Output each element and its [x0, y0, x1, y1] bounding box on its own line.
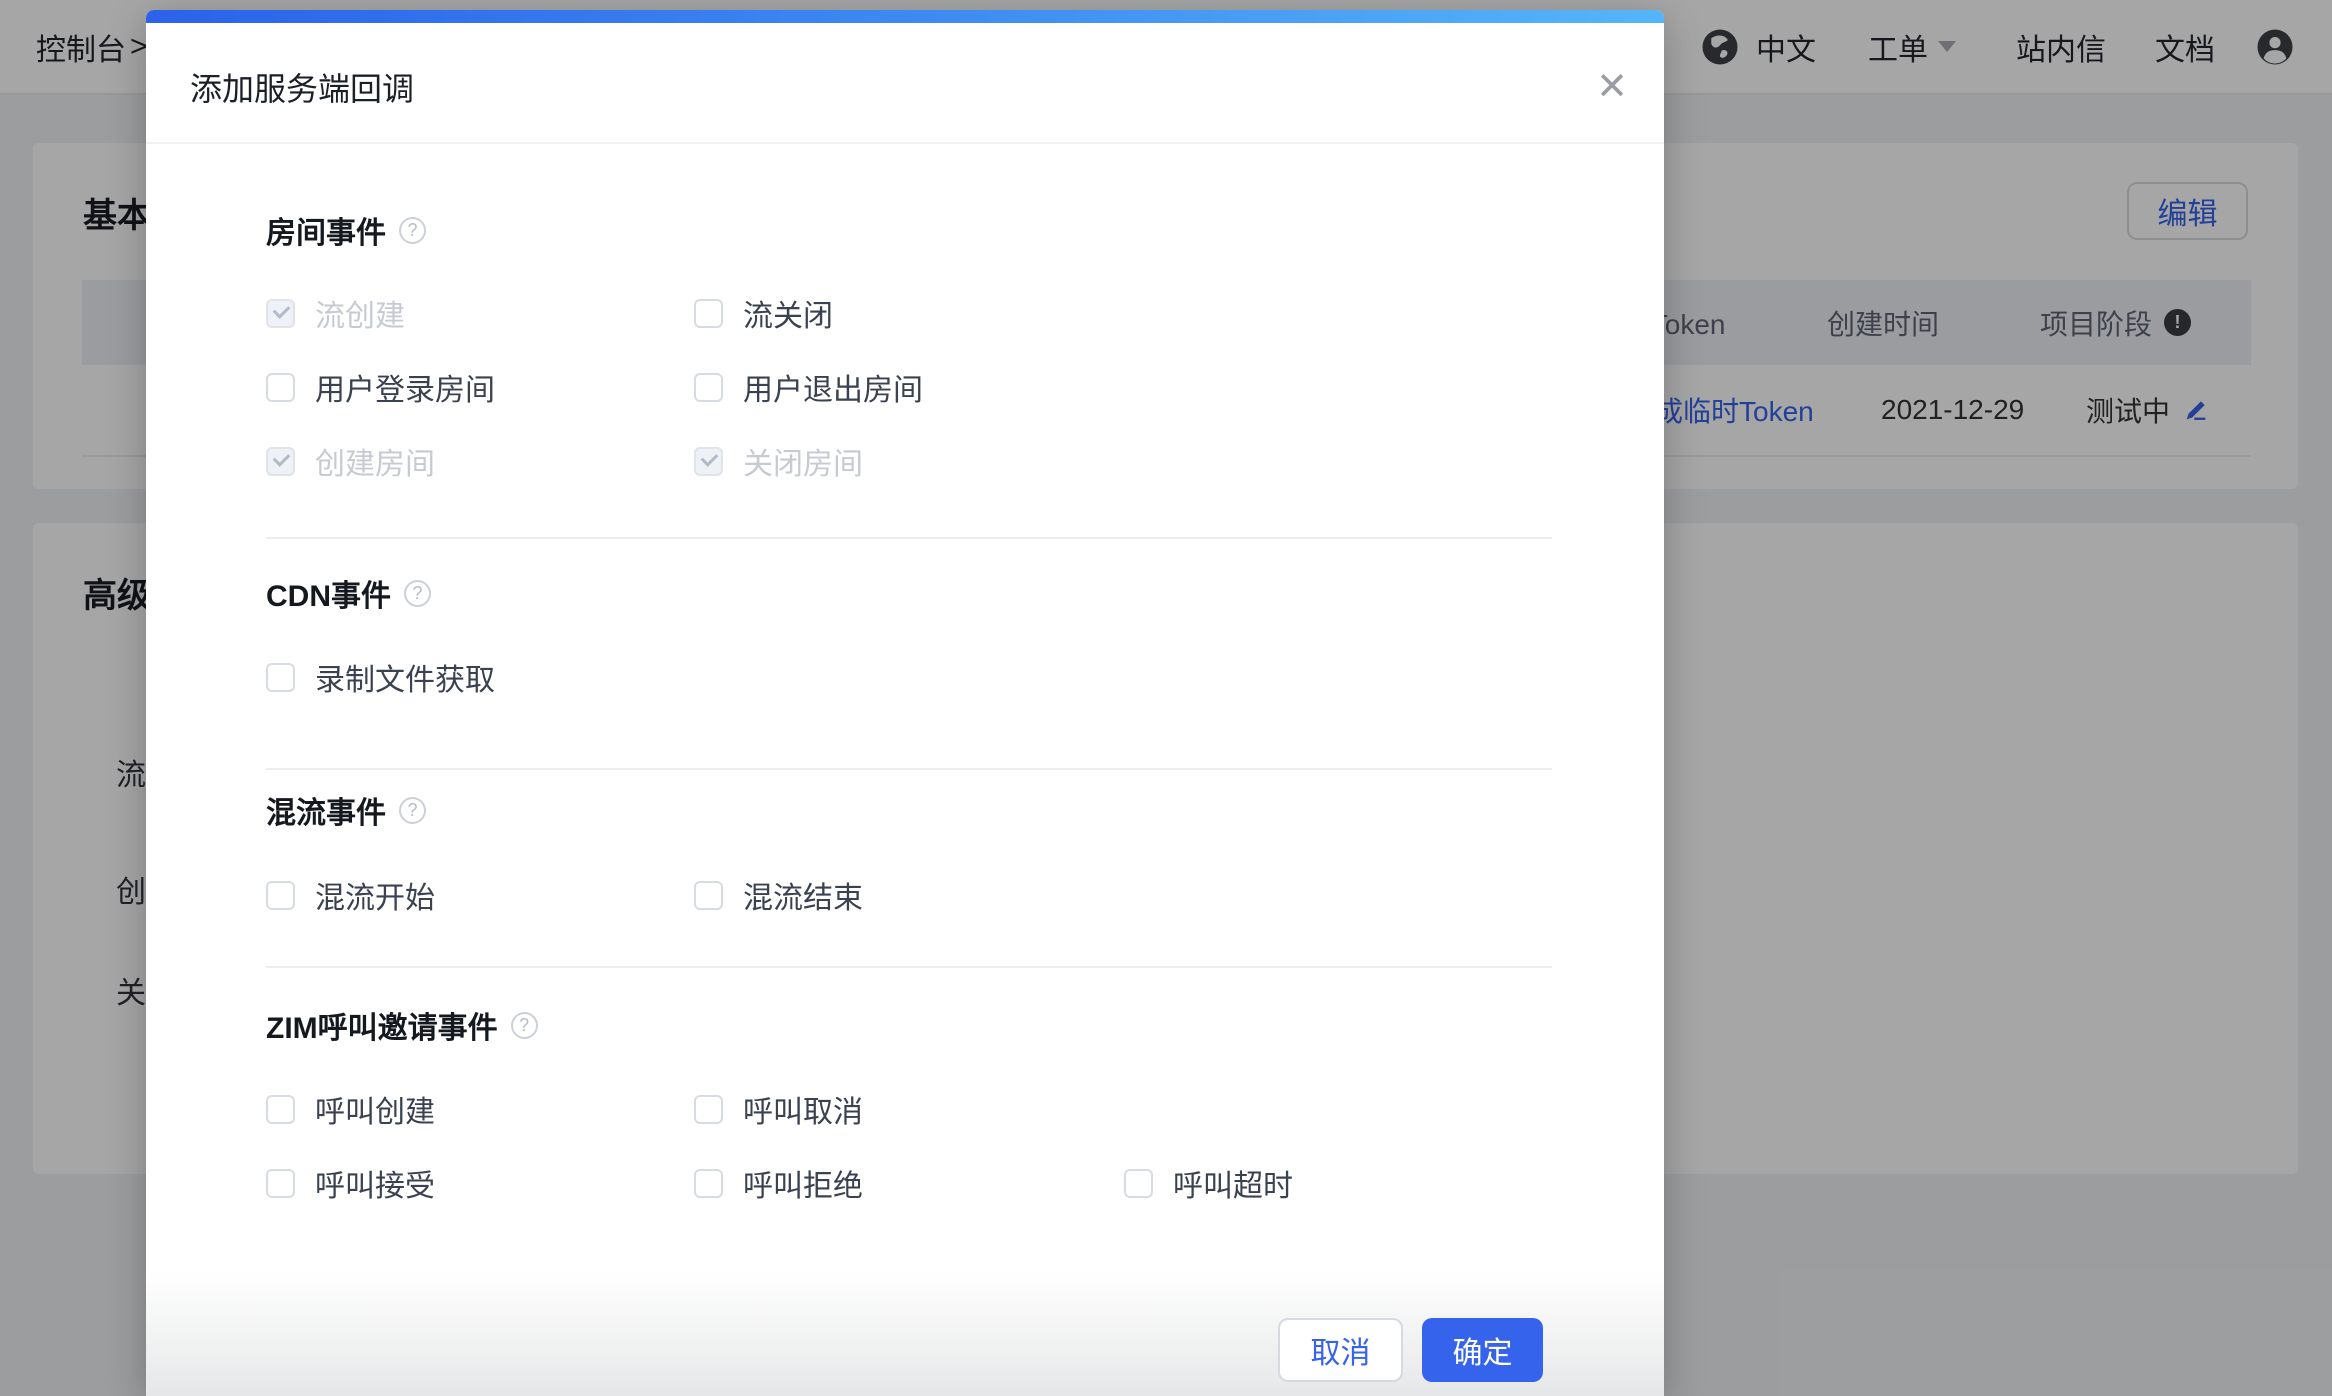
section-cdn-events-heading: CDN事件 ?: [266, 575, 431, 611]
checkbox[interactable]: [694, 881, 723, 910]
checkbox-item-call-timeout[interactable]: 呼叫超时: [1124, 1167, 1293, 1199]
checkbox: [266, 447, 295, 476]
checkbox: [266, 299, 295, 328]
checkbox[interactable]: [266, 373, 295, 402]
cancel-button[interactable]: 取消: [1278, 1318, 1403, 1382]
close-icon[interactable]: ✕: [1584, 58, 1640, 114]
checkbox-item-user-login-room[interactable]: 用户登录房间: [266, 371, 495, 403]
checkbox-label: 流创建: [315, 291, 405, 335]
checkbox-label: 呼叫拒绝: [743, 1161, 863, 1205]
help-icon[interactable]: ?: [399, 797, 426, 824]
modal-title-divider: [146, 142, 1664, 144]
checkbox-row: 创建房间 关闭房间: [266, 445, 1566, 477]
checkbox-item-mix-start[interactable]: 混流开始: [266, 879, 435, 911]
checkbox-row: 用户登录房间 用户退出房间: [266, 371, 1566, 403]
checkbox-label: 混流结束: [743, 873, 863, 917]
help-icon[interactable]: ?: [404, 580, 431, 607]
checkbox-row: 录制文件获取: [266, 661, 1566, 693]
checkbox-item-stream-close[interactable]: 流关闭: [694, 297, 833, 329]
checkbox-item-call-accept[interactable]: 呼叫接受: [266, 1167, 435, 1199]
confirm-button[interactable]: 确定: [1422, 1318, 1543, 1382]
section-room-events-heading: 房间事件 ?: [266, 212, 426, 248]
checkbox-item-stream-create: 流创建: [266, 297, 405, 329]
checkbox[interactable]: [266, 1095, 295, 1124]
checkbox[interactable]: [694, 299, 723, 328]
checkbox-item-room-close: 关闭房间: [694, 445, 863, 477]
checkbox[interactable]: [694, 1095, 723, 1124]
checkbox[interactable]: [694, 373, 723, 402]
checkbox-label: 录制文件获取: [315, 655, 495, 699]
section-title: ZIM呼叫邀请事件: [266, 1003, 498, 1047]
checkbox-row: 呼叫接受 呼叫拒绝 呼叫超时: [266, 1167, 1566, 1199]
checkbox-item-call-cancel[interactable]: 呼叫取消: [694, 1093, 863, 1125]
section-mix-events-heading: 混流事件 ?: [266, 792, 426, 828]
modal-accent-bar: [146, 10, 1664, 23]
checkbox-label: 流关闭: [743, 291, 833, 335]
section-title: CDN事件: [266, 571, 391, 615]
checkbox-item-call-reject[interactable]: 呼叫拒绝: [694, 1167, 863, 1199]
section-zim-call-events-heading: ZIM呼叫邀请事件 ?: [266, 1007, 538, 1043]
checkbox-label: 呼叫超时: [1173, 1161, 1293, 1205]
help-icon[interactable]: ?: [511, 1012, 538, 1039]
checkbox-row: 流创建 流关闭: [266, 297, 1566, 329]
section-divider: [266, 768, 1552, 770]
checkbox: [694, 447, 723, 476]
checkbox-label: 呼叫创建: [315, 1087, 435, 1131]
checkbox-label: 关闭房间: [743, 439, 863, 483]
checkbox-item-room-create: 创建房间: [266, 445, 435, 477]
section-title: 混流事件: [266, 788, 386, 832]
checkbox-label: 呼叫接受: [315, 1161, 435, 1205]
checkbox[interactable]: [266, 1169, 295, 1198]
checkbox-row: 呼叫创建 呼叫取消: [266, 1093, 1566, 1125]
checkbox-label: 用户退出房间: [743, 365, 923, 409]
checkbox-label: 创建房间: [315, 439, 435, 483]
section-title: 房间事件: [266, 208, 386, 252]
section-divider: [266, 966, 1552, 968]
checkbox-label: 呼叫取消: [743, 1087, 863, 1131]
section-divider: [266, 537, 1552, 539]
checkbox-row: 混流开始 混流结束: [266, 879, 1566, 911]
modal-title: 添加服务端回调: [190, 64, 414, 110]
help-icon[interactable]: ?: [399, 217, 426, 244]
checkbox[interactable]: [1124, 1169, 1153, 1198]
checkbox[interactable]: [266, 881, 295, 910]
checkbox[interactable]: [694, 1169, 723, 1198]
checkbox-item-mix-end[interactable]: 混流结束: [694, 879, 863, 911]
checkbox-label: 混流开始: [315, 873, 435, 917]
checkbox-item-recording-file[interactable]: 录制文件获取: [266, 661, 495, 693]
add-server-callback-modal: 添加服务端回调 ✕ 房间事件 ? 流创建 流关闭 用户登录房间 用户退出房间 创…: [146, 10, 1664, 1396]
checkbox-item-call-create[interactable]: 呼叫创建: [266, 1093, 435, 1125]
checkbox-label: 用户登录房间: [315, 365, 495, 409]
checkbox[interactable]: [266, 663, 295, 692]
checkbox-item-user-exit-room[interactable]: 用户退出房间: [694, 371, 923, 403]
